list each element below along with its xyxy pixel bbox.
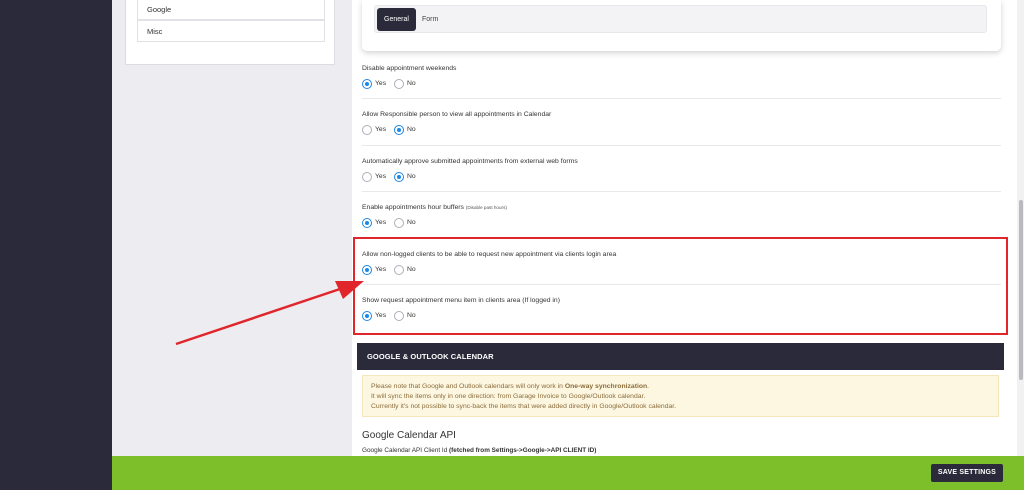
- radio-no-label: No: [407, 173, 416, 180]
- tab-general[interactable]: General: [377, 8, 416, 31]
- setting-label: Allow non-logged clients to be able to r…: [362, 251, 617, 258]
- radio-yes[interactable]: [362, 218, 372, 228]
- radio-no[interactable]: [394, 125, 404, 135]
- setting-label: Enable appointments hour buffers (Disabl…: [362, 204, 507, 211]
- radio-yes-label: Yes: [375, 80, 387, 87]
- radio-yes-label: Yes: [375, 312, 387, 319]
- radio-yes-label: Yes: [375, 173, 387, 180]
- page-scrollbar-thumb[interactable]: [1019, 200, 1023, 380]
- client-id-label: Google Calendar API Client Id (fetched f…: [362, 447, 597, 454]
- radio-no-label: No: [407, 219, 416, 226]
- radio-yes[interactable]: [362, 265, 372, 275]
- radio-yes[interactable]: [362, 172, 372, 182]
- settings-nav-item-misc[interactable]: Misc: [137, 20, 325, 42]
- save-settings-button[interactable]: SAVE SETTINGS: [930, 464, 1003, 482]
- radio-yes-label: Yes: [375, 266, 387, 273]
- annotation-arrow-line: [175, 286, 344, 346]
- radio-yes[interactable]: [362, 311, 372, 321]
- setting-label: Disable appointment weekends: [362, 65, 457, 72]
- radio-no-label: No: [407, 126, 416, 133]
- radio-no[interactable]: [394, 311, 404, 321]
- setting-disable-weekends: Disable appointment weekends Yes No: [362, 65, 1001, 99]
- radio-yes[interactable]: [362, 125, 372, 135]
- google-calendar-api-title: Google Calendar API: [362, 430, 456, 441]
- notice-line-3: Currently it's not possible to sync-back…: [371, 403, 677, 410]
- radio-no[interactable]: [394, 79, 404, 89]
- radio-no[interactable]: [394, 218, 404, 228]
- radio-no-label: No: [407, 80, 416, 87]
- left-sidebar-rail: [0, 0, 112, 490]
- tab-strip: General Form: [374, 5, 987, 33]
- google-outlook-section-header: GOOGLE & OUTLOOK CALENDAR: [357, 343, 1004, 370]
- tabs-card: General Form: [362, 0, 1001, 51]
- setting-show-request-menu-item: Show request appointment menu item in cl…: [362, 297, 1001, 331]
- radio-yes-label: Yes: [375, 126, 387, 133]
- setting-hour-buffers: Enable appointments hour buffers (Disabl…: [362, 204, 1001, 238]
- setting-label: Show request appointment menu item in cl…: [362, 297, 560, 304]
- setting-label: Automatically approve submitted appointm…: [362, 158, 578, 165]
- setting-note: (Disable past hours): [465, 205, 507, 210]
- radio-no[interactable]: [394, 265, 404, 275]
- setting-auto-approve: Automatically approve submitted appointm…: [362, 158, 1001, 192]
- setting-responsible-view-all: Allow Responsible person to view all app…: [362, 111, 1001, 146]
- footer-bar: SAVE SETTINGS: [112, 456, 1024, 490]
- setting-label: Allow Responsible person to view all app…: [362, 111, 552, 118]
- settings-nav-card: Google Misc: [125, 0, 335, 65]
- setting-non-logged-clients-request: Allow non-logged clients to be able to r…: [362, 251, 1001, 285]
- radio-no-label: No: [407, 312, 416, 319]
- radio-no-label: No: [407, 266, 416, 273]
- settings-main-panel: General Form Disable appointment weekend…: [352, 0, 1017, 490]
- settings-nav-item-google[interactable]: Google: [137, 0, 325, 20]
- notice-line-1: Please note that Google and Outlook cale…: [371, 383, 650, 390]
- radio-no[interactable]: [394, 172, 404, 182]
- sync-notice: Please note that Google and Outlook cale…: [362, 375, 999, 417]
- radio-yes-label: Yes: [375, 219, 387, 226]
- radio-yes[interactable]: [362, 79, 372, 89]
- tab-form[interactable]: Form: [415, 8, 445, 31]
- notice-line-2: It will sync the items only in one direc…: [371, 393, 646, 400]
